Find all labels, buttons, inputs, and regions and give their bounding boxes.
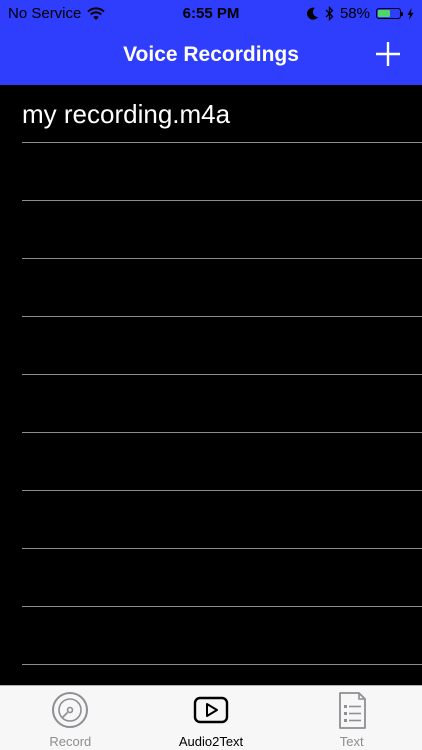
empty-row: [22, 491, 422, 549]
add-recording-button[interactable]: [372, 38, 404, 70]
moon-icon: [306, 7, 318, 20]
screen: No Service 6:55 PM 58% Voice Recordings …: [0, 0, 422, 750]
tab-bar: Record Audio2Text Text: [0, 685, 422, 750]
tab-text-label: Text: [339, 734, 364, 749]
battery-percent: 58%: [339, 5, 370, 22]
tab-record-label: Record: [49, 734, 92, 749]
page-title: Voice Recordings: [123, 43, 299, 66]
plus-icon: [376, 42, 400, 66]
status-bar: No Service 6:55 PM 58%: [0, 0, 422, 28]
empty-row: [22, 607, 422, 665]
empty-row: [22, 433, 422, 491]
tab-record[interactable]: Record: [0, 686, 141, 750]
text-document-icon: [338, 692, 366, 729]
empty-row: [22, 259, 422, 317]
play-button-icon: [193, 696, 229, 724]
charging-bolt-icon: [407, 7, 414, 20]
record-disc-icon: [52, 692, 89, 728]
empty-row: [22, 201, 422, 259]
battery-fill: [378, 10, 391, 17]
empty-row: [22, 143, 422, 201]
battery-icon: [376, 8, 403, 19]
tab-audio2text-label: Audio2Text: [178, 734, 244, 749]
recording-name: my recording.m4a: [22, 99, 231, 129]
recordings-list: my recording.m4a: [0, 85, 422, 685]
empty-row: [22, 317, 422, 375]
tab-text[interactable]: Text: [281, 686, 422, 750]
empty-row: [22, 549, 422, 607]
status-right: 58%: [306, 5, 414, 22]
nav-bar: Voice Recordings: [0, 28, 422, 85]
list-item[interactable]: my recording.m4a: [22, 85, 422, 143]
header: No Service 6:55 PM 58% Voice Recordings: [0, 0, 422, 85]
empty-row: [22, 375, 422, 433]
tab-audio2text[interactable]: Audio2Text: [141, 686, 282, 750]
bluetooth-icon: [325, 6, 334, 21]
